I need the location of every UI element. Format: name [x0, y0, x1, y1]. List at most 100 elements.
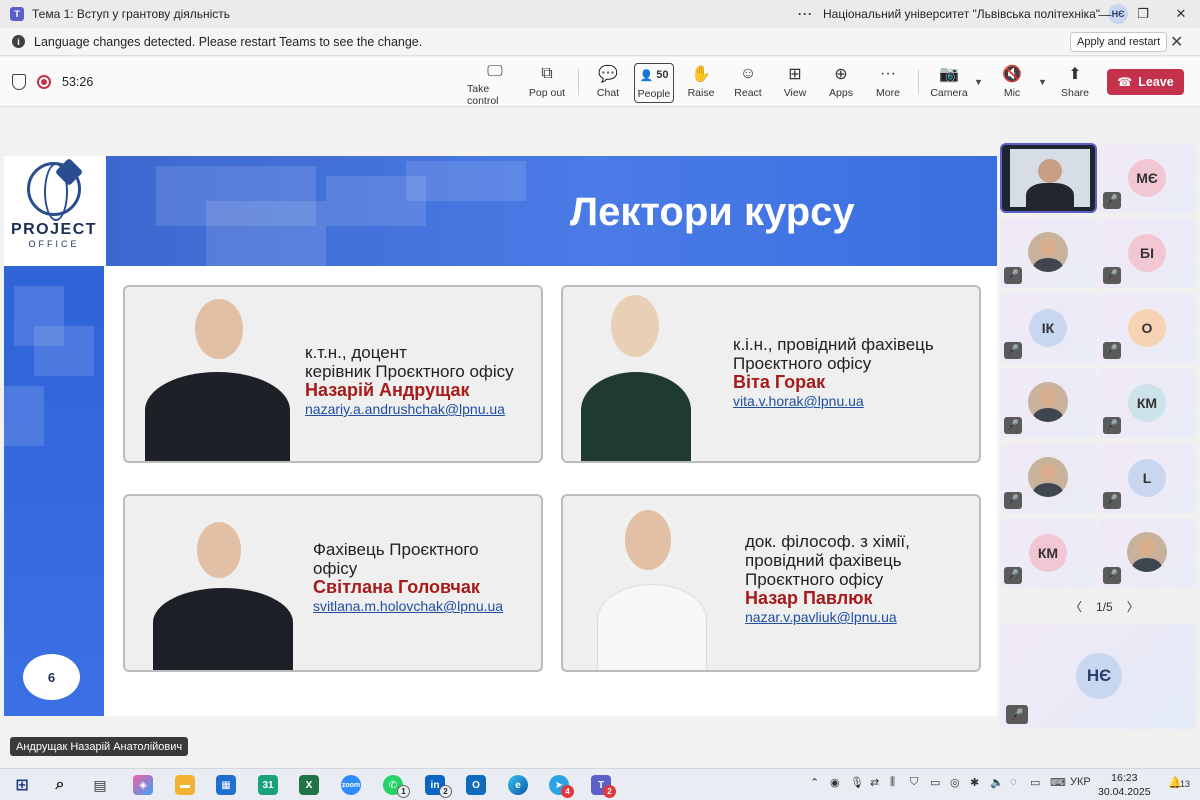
mic-muted-icon: 🎤	[1004, 492, 1022, 509]
participant-tile[interactable]: О 🎤	[1099, 293, 1196, 363]
avatar: МЄ	[1128, 159, 1166, 197]
restore-icon[interactable]: ❐	[1124, 0, 1162, 28]
participant-tile[interactable]: БІ 🎤	[1099, 218, 1196, 288]
avatar: ІК	[1029, 309, 1067, 347]
chrome-tray-icon-2[interactable]: ◎	[950, 776, 960, 789]
more-button[interactable]: ··· More	[860, 63, 916, 103]
take-control-button[interactable]: 🖵 Take control	[467, 63, 523, 107]
grid-view-icon: ⊞	[788, 66, 802, 83]
camera-options-chevron-icon[interactable]: ▼	[974, 77, 983, 87]
windows-taskbar: ⊞ ⌕ ▤ ◈ ▬ ▦ 31 X zoom ✆ 1 in 2 O e ➤ 4 T…	[0, 768, 1200, 800]
security-tray-icon[interactable]: ⛉	[910, 776, 918, 789]
video-person	[1038, 159, 1062, 183]
mic-muted-icon: 🎤	[1004, 567, 1022, 584]
window-title: Тема 1: Вступ у грантову діяльність	[32, 7, 231, 21]
system-clock[interactable]: 16:23 30.04.2025	[1098, 771, 1151, 799]
window-controls: — ❐ ✕	[1086, 0, 1200, 28]
participant-tile[interactable]: 🎤	[1000, 368, 1097, 438]
lecturer-email-link[interactable]: vita.v.horak@lpnu.ua	[733, 392, 934, 411]
share-button[interactable]: ⬆ Share	[1047, 63, 1103, 103]
screen-control-icon: 🖵	[487, 63, 503, 80]
chat-button[interactable]: 💬 Chat	[580, 63, 636, 103]
lecturer-email-link[interactable]: svitlana.m.holovchak@lpnu.ua	[313, 597, 503, 616]
slide-sidebar	[4, 266, 104, 716]
store-icon[interactable]: ▦	[216, 775, 236, 795]
gallery-pager: 〈 1/5 〉	[1070, 598, 1139, 615]
toolbar-divider	[918, 69, 919, 95]
mic-options-chevron-icon[interactable]: ▼	[1038, 77, 1047, 87]
notification-bar: i Language changes detected. Please rest…	[0, 28, 1200, 56]
org-switcher[interactable]: ··· Національний університет "Львівська …	[798, 0, 1129, 28]
apply-restart-button[interactable]: Apply and restart	[1070, 32, 1168, 52]
battery-icon[interactable]: ▭	[1030, 776, 1040, 789]
avatar: О	[1128, 309, 1166, 347]
more-options-icon[interactable]: ···	[798, 7, 813, 21]
leave-button[interactable]: ☎ Leave	[1107, 69, 1184, 95]
slide-page-number: 6	[23, 654, 80, 700]
chevron-right-icon[interactable]: 〉	[1127, 598, 1139, 615]
microphone-tray-icon[interactable]: 🎙	[850, 776, 864, 789]
participant-tile[interactable]: 🎤	[1000, 218, 1097, 288]
share-icon: ⬆	[1068, 66, 1082, 83]
network-tray-icon[interactable]: ⫼	[890, 776, 895, 789]
zoom-icon[interactable]: zoom	[341, 775, 361, 795]
lecturer-photo	[153, 588, 293, 670]
lecturer-photo	[581, 372, 691, 461]
task-view-icon[interactable]: ▤	[90, 775, 110, 795]
close-window-icon[interactable]: ✕	[1162, 0, 1200, 28]
pop-out-button[interactable]: ⧉ Pop out	[519, 63, 575, 103]
lecturer-email-link[interactable]: nazar.v.pavliuk@lpnu.ua	[745, 608, 910, 627]
chevron-left-icon[interactable]: 〈	[1070, 598, 1082, 615]
excel-icon[interactable]: X	[299, 775, 319, 795]
participant-tile[interactable]: L 🎤	[1099, 443, 1196, 513]
participant-tile[interactable]: 🎤	[1000, 443, 1097, 513]
video-person-body	[1026, 183, 1074, 211]
mic-muted-icon: 🎤	[1103, 192, 1121, 209]
title-bar: T Тема 1: Вступ у грантову діяльність ··…	[0, 0, 1200, 28]
recording-icon	[37, 75, 51, 89]
participant-tile[interactable]: КМ 🎤	[1000, 518, 1097, 588]
mic-button[interactable]: 🔇 Mic	[984, 63, 1040, 103]
tray-chevron-icon[interactable]: ⌃	[810, 776, 819, 789]
close-icon[interactable]: ✕	[1170, 32, 1183, 52]
linkedin-badge: 2	[439, 785, 452, 798]
lecturer-card: Фахівець Проєктного офісу Світлана Голов…	[123, 494, 543, 672]
mic-muted-icon: 🎤	[1006, 705, 1028, 724]
self-participant-tile[interactable]: НЄ 🎤	[1000, 623, 1196, 729]
avatar-photo	[1028, 382, 1068, 422]
windows-start-icon[interactable]: ⊞	[12, 775, 32, 795]
lecturer-card: к.т.н., доцент керівник Проєктного офісу…	[123, 285, 543, 463]
info-icon: i	[12, 35, 25, 48]
avatar: БІ	[1128, 234, 1166, 272]
volume-muted-icon[interactable]: 🔈	[990, 776, 1004, 789]
toolbar-divider	[578, 69, 579, 95]
slide-heading: Лектори курсу	[570, 190, 855, 234]
participant-tile[interactable]: ІК 🎤	[1000, 293, 1097, 363]
sync-tray-icon[interactable]: ⇄	[870, 776, 879, 789]
mic-muted-icon: 🎤	[1103, 567, 1121, 584]
edge-icon[interactable]: e	[508, 775, 528, 795]
people-button[interactable]: 👤 50 People	[634, 63, 674, 103]
participant-tile[interactable]	[1000, 143, 1097, 213]
minimize-icon[interactable]: —	[1086, 0, 1124, 28]
calendar-icon[interactable]: 31	[258, 775, 278, 795]
participant-tile[interactable]: 🎤	[1099, 518, 1196, 588]
outlook-icon[interactable]: O	[466, 775, 486, 795]
file-explorer-icon[interactable]: ▬	[175, 775, 195, 795]
mic-muted-icon: 🎤	[1103, 417, 1121, 434]
participant-tile[interactable]: МЄ 🎤	[1099, 143, 1196, 213]
participant-tile[interactable]: КМ 🎤	[1099, 368, 1196, 438]
bluetooth-tray-icon[interactable]: ✱	[970, 776, 979, 789]
copilot-icon[interactable]: ◈	[133, 775, 153, 795]
wifi-icon[interactable]: ◌	[1010, 776, 1017, 788]
monitor-tray-icon[interactable]: ▭	[930, 776, 940, 789]
lecturer-email-link[interactable]: nazariy.a.andrushchak@lpnu.ua	[305, 400, 514, 419]
ime-icon[interactable]: ⌨	[1050, 776, 1066, 789]
mic-muted-icon: 🎤	[1004, 417, 1022, 434]
chrome-tray-icon[interactable]: ◉	[830, 776, 840, 789]
camera-button[interactable]: 📷 Camera	[921, 63, 977, 103]
gallery-page: 1/5	[1096, 599, 1113, 614]
search-icon[interactable]: ⌕	[50, 775, 70, 795]
input-language[interactable]: УКР	[1070, 776, 1091, 788]
shield-icon[interactable]	[12, 74, 26, 90]
